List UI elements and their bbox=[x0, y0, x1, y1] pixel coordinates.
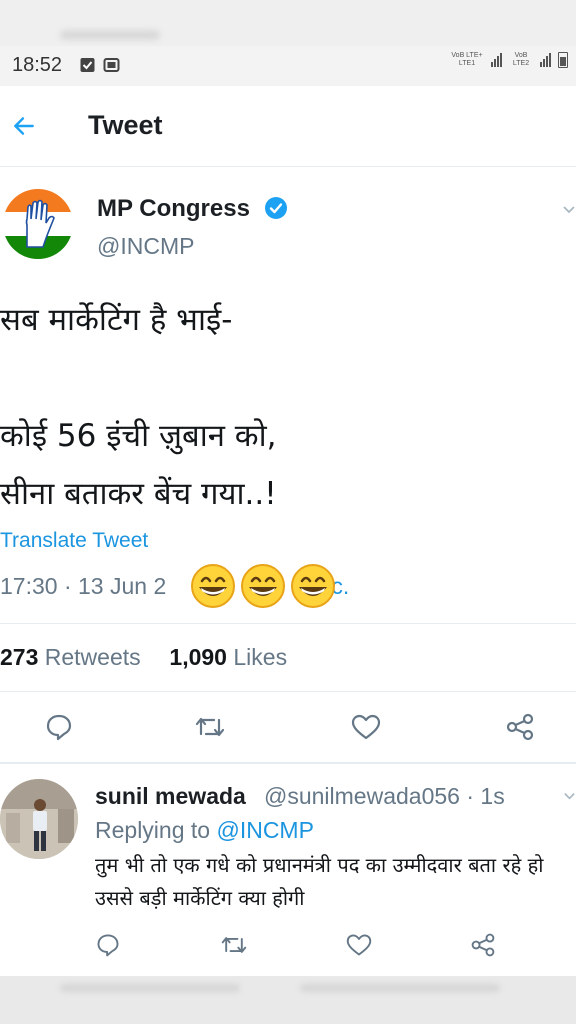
network-label-1: VoB LTE+ LTE1 bbox=[451, 52, 483, 67]
avatar[interactable] bbox=[0, 779, 78, 859]
share-button[interactable] bbox=[498, 705, 542, 749]
congress-logo-icon bbox=[3, 189, 73, 259]
share-icon bbox=[471, 933, 495, 957]
tweet-stats: 273 Retweets 1,090 Likes bbox=[0, 644, 287, 671]
translate-tweet-link[interactable]: Translate Tweet bbox=[0, 529, 148, 553]
status-right-cluster: VoB LTE+ LTE1 VoB LTE2 bbox=[447, 52, 568, 68]
top-blur-bar bbox=[0, 0, 576, 46]
author-name[interactable]: MP Congress bbox=[97, 195, 250, 223]
reply-tweet[interactable]: sunil mewada @sunilmewada056 · 1s Replyi… bbox=[0, 763, 576, 976]
chevron-down-icon[interactable] bbox=[562, 202, 576, 216]
author-handle[interactable]: @INCMP bbox=[97, 233, 194, 260]
timestamp-date: 17:30 · 13 Jun 2 bbox=[0, 573, 167, 599]
reply-share-button[interactable] bbox=[461, 923, 505, 967]
bottom-blur-bar bbox=[0, 976, 576, 1024]
tweet-header: Tweet bbox=[0, 86, 576, 167]
status-time: 18:52 bbox=[12, 54, 63, 76]
replying-label: Replying to bbox=[95, 817, 211, 843]
retweet-icon bbox=[195, 717, 225, 737]
avatar[interactable] bbox=[3, 189, 73, 259]
share-icon bbox=[506, 713, 534, 741]
gallery-notification-icon bbox=[103, 58, 120, 72]
divider bbox=[0, 623, 576, 624]
emoji-overlay bbox=[190, 563, 336, 609]
reply-comment-button[interactable] bbox=[86, 923, 130, 967]
reply-like-button[interactable] bbox=[337, 923, 381, 967]
tweet-text: सब मार्केटिंग है भाई- कोई 56 इंची ज़ुबान… bbox=[0, 302, 277, 512]
like-button[interactable] bbox=[344, 705, 388, 749]
signal-icon bbox=[540, 53, 551, 67]
page-title: Tweet bbox=[88, 110, 163, 140]
replying-mention-link[interactable]: @INCMP bbox=[216, 817, 313, 843]
retweet-icon bbox=[221, 937, 247, 953]
retweets-label: Retweets bbox=[44, 644, 141, 670]
replying-to: Replying to @INCMP bbox=[95, 817, 314, 844]
comment-icon bbox=[46, 714, 72, 741]
user-photo-icon bbox=[0, 779, 78, 859]
comment-icon bbox=[97, 934, 119, 957]
reply-author-handle[interactable]: @sunilmewada056 · 1s bbox=[264, 783, 505, 810]
heart-icon bbox=[351, 714, 381, 740]
reply-text: तुम भी तो एक गधे को प्रधानमंत्री पद का उ… bbox=[95, 853, 544, 910]
grinning-emoji-icon bbox=[291, 564, 335, 608]
divider bbox=[0, 691, 576, 692]
reply-author-name[interactable]: sunil mewada bbox=[95, 783, 246, 810]
signal-icon bbox=[491, 53, 502, 67]
likes-stat[interactable]: 1,090 Likes bbox=[169, 644, 287, 670]
reply-retweet-button[interactable] bbox=[212, 923, 256, 967]
heart-icon bbox=[346, 934, 372, 956]
likes-count: 1,090 bbox=[169, 644, 227, 670]
likes-label: Likes bbox=[233, 644, 288, 670]
retweet-button[interactable] bbox=[188, 705, 232, 749]
reply-button[interactable] bbox=[37, 705, 81, 749]
network-label-2: VoB LTE2 bbox=[512, 52, 530, 67]
checkbox-notification-icon bbox=[80, 58, 95, 72]
retweets-count: 273 bbox=[0, 644, 39, 670]
status-bar: 18:52 VoB LTE+ LTE1 VoB LTE2 bbox=[0, 46, 576, 86]
retweets-stat[interactable]: 273 Retweets bbox=[0, 644, 141, 670]
battery-icon bbox=[558, 52, 568, 68]
grinning-emoji-icon bbox=[241, 564, 285, 608]
grinning-emoji-icon bbox=[191, 564, 235, 608]
arrow-left-icon bbox=[14, 117, 34, 135]
verified-badge-icon bbox=[265, 197, 287, 219]
phone-screen: 18:52 VoB LTE+ LTE1 VoB LTE2 Tweet MP Co… bbox=[0, 46, 576, 976]
chevron-down-icon[interactable] bbox=[563, 789, 576, 802]
back-button[interactable] bbox=[6, 108, 42, 144]
